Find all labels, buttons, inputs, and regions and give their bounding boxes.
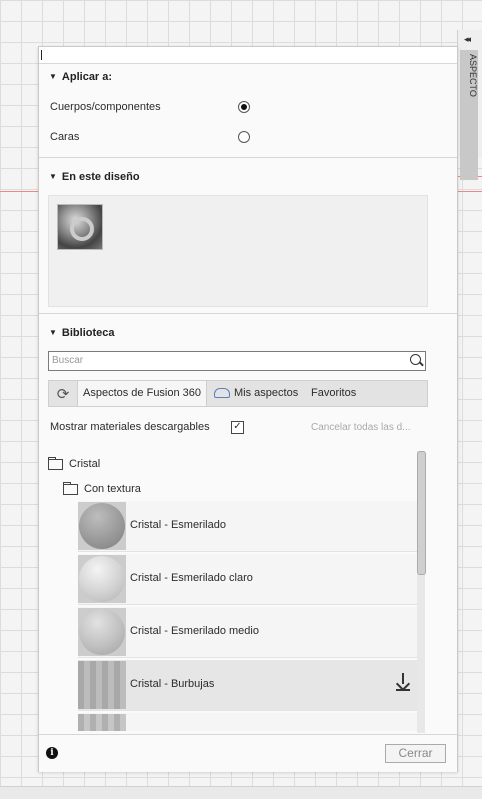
search-icon[interactable] [410,354,421,365]
appearance-side-tab[interactable]: ◂◂ ASPECTO [457,30,482,180]
material-item[interactable]: Cristal - Esmerilado medio [78,607,422,658]
radio-button-selected[interactable] [238,101,250,113]
chrome-ring-material-thumbnail[interactable] [57,204,103,250]
material-item[interactable]: Cristal - Esmerilado claro [78,554,422,605]
radio-label: Cuerpos/componentes [50,101,161,113]
appearance-dialog: ▼ Aplicar a: Cuerpos/componentes Caras ▼ E… [38,46,458,772]
refresh-icon[interactable]: ⟳ [49,381,77,406]
download-icon[interactable] [395,673,411,692]
material-swatch [78,661,126,709]
library-section-header[interactable]: ▼ Biblioteca [49,327,115,339]
show-downloadable-label: Mostrar materiales descargables [50,421,210,433]
dialog-title-field[interactable] [39,47,457,64]
radio-bodies-components[interactable]: Cuerpos/componentes [50,101,250,113]
material-swatch [78,502,126,550]
material-swatch [78,714,126,731]
collapse-triangle-icon: ▼ [49,72,57,81]
material-item[interactable]: Cristal - Burbujas [78,660,422,711]
material-label: Cristal - Esmerilado claro [130,572,253,584]
appearance-tab-label[interactable]: ASPECTO [460,50,478,180]
in-design-materials [48,195,428,307]
folder-icon [63,481,78,495]
material-item[interactable]: Cristal - Esmerilado [78,501,422,552]
material-label: Cristal - Burbujas [130,678,215,690]
folder-icon [48,456,63,470]
tab-fusion-appearances[interactable]: Aspectos de Fusion 360 [77,381,208,406]
library-search-input[interactable]: Buscar [48,351,426,371]
search-placeholder: Buscar [52,355,84,366]
cancel-all-downloads-link[interactable]: Cancelar todas las d... [311,422,411,433]
material-list: Cristal Con textura Cristal - Esmerilado… [48,451,428,731]
material-item[interactable] [78,713,422,731]
cloud-icon [214,388,230,399]
close-button[interactable]: Cerrar [385,744,446,763]
tab-my-appearances[interactable]: Mis aspectos [214,381,298,406]
library-tabs: ⟳ Aspectos de Fusion 360 Mis aspectos Fa… [48,380,428,407]
material-swatch [78,555,126,603]
material-swatch [78,608,126,656]
tab-favorites[interactable]: Favoritos [311,381,356,406]
radio-label: Caras [50,131,80,143]
list-scrollbar-thumb[interactable] [417,451,426,575]
show-downloadable-checkbox[interactable]: ✓ [231,421,244,434]
folder-con-textura[interactable]: Con textura [63,481,141,495]
material-label: Cristal - Esmerilado medio [130,625,259,637]
dialog-footer: i Cerrar [39,734,457,772]
info-icon[interactable]: i [46,747,58,759]
folder-cristal[interactable]: Cristal [48,456,100,470]
collapse-triangle-icon: ▼ [49,172,57,181]
collapse-triangle-icon: ▼ [49,328,57,337]
bottom-status-strip [0,786,482,799]
design-section-header[interactable]: ▼ En este diseño [49,171,140,183]
collapse-icon[interactable]: ◂◂ [464,34,471,45]
apply-section-header[interactable]: ▼ Aplicar a: [49,71,112,83]
radio-button[interactable] [238,131,250,143]
radio-faces[interactable]: Caras [50,131,250,143]
material-label: Cristal - Esmerilado [130,519,226,531]
